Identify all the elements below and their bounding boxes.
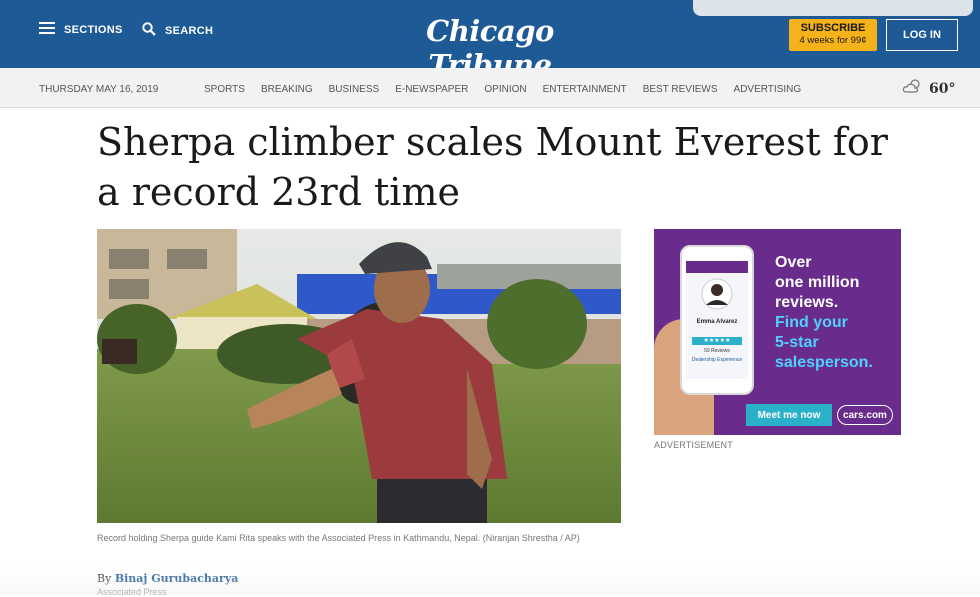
ad-brand-logo: cars.com [837, 405, 893, 425]
current-date: THURSDAY MAY 16, 2019 [39, 84, 159, 95]
advertisement-label: ADVERTISEMENT [654, 440, 733, 450]
author-affiliation: Associated Press [97, 587, 167, 597]
nav-link-advertising[interactable]: ADVERTISING [734, 84, 802, 95]
ad-profile-experience: Dealership Experience [691, 357, 743, 363]
ad-copy: Over one million reviews. Find your 5-st… [775, 253, 873, 373]
nav-link-entertainment[interactable]: ENTERTAINMENT [543, 84, 627, 95]
nav-link-business[interactable]: BUSINESS [329, 84, 380, 95]
weather-widget[interactable]: 60° [902, 78, 955, 99]
ad-phone-screen: Emma Alvarez ★★★★★ 59 Reviews Dealership… [686, 261, 748, 379]
partly-cloudy-icon [902, 78, 924, 99]
byline: By Binaj Gurubacharya [97, 572, 238, 585]
ad-line: one million [775, 274, 860, 291]
author-link[interactable]: Binaj Gurubacharya [115, 572, 239, 585]
search-label: SEARCH [165, 24, 214, 37]
ad-profile-name: Emma Alvarez [696, 319, 738, 325]
sections-label: SECTIONS [64, 23, 123, 36]
ad-phone-image: Emma Alvarez ★★★★★ 59 Reviews Dealership… [680, 245, 754, 395]
section-nav: THURSDAY MAY 16, 2019 SPORTS BREAKING BU… [0, 68, 980, 108]
notification-tab [693, 0, 973, 16]
advertisement-banner[interactable]: Emma Alvarez ★★★★★ 59 Reviews Dealership… [654, 229, 901, 435]
sections-button[interactable]: SECTIONS [39, 22, 123, 37]
menu-icon [39, 22, 55, 37]
byline-prefix: By [97, 572, 112, 585]
ad-line: salesperson. [775, 354, 873, 371]
ad-profile-reviews: 59 Reviews [704, 348, 730, 354]
subscribe-button[interactable]: SUBSCRIBE 4 weeks for 99¢ [789, 19, 877, 51]
ad-line: Find your [775, 314, 848, 331]
login-button[interactable]: LOG IN [886, 19, 958, 51]
article-photo[interactable] [97, 229, 621, 523]
photo-caption: Record holding Sherpa guide Kami Rita sp… [97, 533, 580, 543]
section-links: SPORTS BREAKING BUSINESS E-NEWSPAPER OPI… [204, 84, 817, 95]
ad-line: Over [775, 254, 812, 271]
nav-link-opinion[interactable]: OPINION [484, 84, 526, 95]
temperature: 60° [929, 80, 956, 97]
star-rating-icon: ★★★★★ [692, 337, 742, 345]
nav-link-best-reviews[interactable]: BEST REVIEWS [643, 84, 718, 95]
article-headline: Sherpa climber scales Mount Everest for … [97, 120, 888, 214]
search-icon [142, 22, 156, 39]
site-header: SECTIONS SEARCH Chicago Tribune SUBSCRIB… [0, 0, 980, 82]
nav-link-sports[interactable]: SPORTS [204, 84, 245, 95]
ad-line: 5-star [775, 334, 819, 351]
search-button[interactable]: SEARCH [142, 22, 213, 39]
nav-link-breaking[interactable]: BREAKING [261, 84, 313, 95]
subscribe-label: SUBSCRIBE [800, 22, 866, 34]
ad-line: reviews. [775, 294, 839, 311]
subscribe-offer: 4 weeks for 99¢ [799, 35, 867, 46]
nav-link-e-newspaper[interactable]: E-NEWSPAPER [395, 84, 468, 95]
ad-cta-button[interactable]: Meet me now [746, 404, 832, 426]
